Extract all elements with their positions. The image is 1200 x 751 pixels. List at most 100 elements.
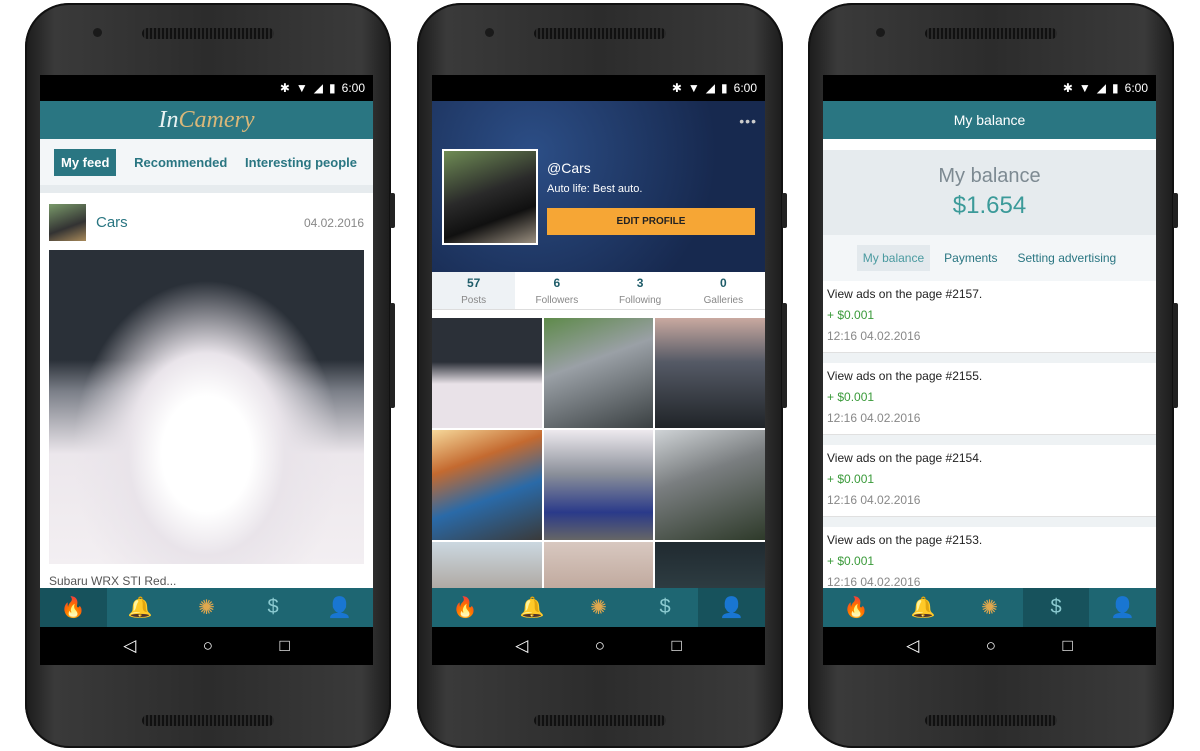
transaction-item: View ads on the page #2154. + $0.001 12:16… (823, 445, 1156, 517)
nav-flame[interactable]: 🔥 (432, 588, 499, 627)
nav-flame[interactable]: 🔥 (823, 588, 890, 627)
wifi-icon: ▼ (687, 81, 700, 95)
transaction-item: View ads on the page #2157. + $0.001 12:16… (823, 281, 1156, 353)
battery-icon: ▮ (721, 81, 728, 95)
photo-thumbnail[interactable] (543, 318, 654, 428)
speaker (534, 28, 666, 39)
balance-summary: My balance $1.654 (823, 150, 1156, 235)
edit-profile-button[interactable]: EDIT PROFILE (547, 208, 755, 235)
dollar-icon: $ (267, 596, 279, 618)
back-icon[interactable]: ◁ (515, 636, 528, 656)
stat-following[interactable]: 3 Following (599, 272, 682, 309)
status-time: 6:00 (341, 81, 365, 95)
aperture-icon: ✺ (590, 597, 607, 619)
post-date: 04.02.2016 (303, 215, 364, 230)
home-icon[interactable]: ○ (595, 636, 605, 656)
nav-dollar[interactable]: $ (632, 588, 699, 627)
screen: ✱ ▼ ◢ ▮ 6:00 InCamery My feed Recommended In… (40, 75, 373, 665)
user-icon: 👤 (327, 597, 353, 619)
transaction-description: View ads on the page #2153. (827, 533, 983, 547)
profile-bio: Auto life: Best auto. (547, 183, 643, 195)
balance-tabs: My balance Payments Setting advertising (823, 235, 1156, 281)
author-name[interactable]: Cars (96, 214, 304, 231)
recents-icon[interactable]: □ (671, 636, 681, 656)
nav-user[interactable]: 👤 (698, 588, 765, 627)
nav-bell[interactable]: 🔔 (107, 588, 174, 627)
flame-icon: 🔥 (452, 597, 478, 619)
home-icon[interactable]: ○ (986, 636, 996, 656)
photo-thumbnail[interactable] (432, 318, 542, 428)
user-icon: 👤 (719, 597, 745, 619)
tab-my-balance[interactable]: My balance (856, 245, 931, 271)
stat-galleries[interactable]: 0 Galleries (682, 272, 765, 309)
bottom-nav: 🔥 🔔 ✺ $ 👤 (823, 588, 1156, 627)
back-icon[interactable]: ◁ (123, 636, 136, 656)
power-button (390, 193, 395, 228)
transaction-description: View ads on the page #2155. (827, 369, 983, 383)
system-nav: ◁ ○ □ (432, 627, 765, 665)
nav-aperture[interactable]: ✺ (173, 588, 240, 627)
flame-icon: 🔥 (843, 597, 869, 619)
profile-avatar[interactable] (442, 149, 538, 245)
signal-icon: ◢ (705, 81, 716, 95)
aperture-icon: ✺ (981, 597, 998, 619)
status-bar: ✱ ▼ ◢ ▮ 6:00 (40, 75, 373, 101)
nav-aperture[interactable]: ✺ (956, 588, 1023, 627)
tab-payments[interactable]: Payments (938, 245, 1003, 271)
camera (93, 28, 102, 37)
nav-user[interactable]: 👤 (1089, 588, 1156, 627)
back-icon[interactable]: ◁ (906, 636, 919, 656)
nav-bell[interactable]: 🔔 (890, 588, 957, 627)
logo: InCamery (158, 106, 255, 133)
photo-thumbnail[interactable] (655, 318, 765, 428)
post-image[interactable] (49, 250, 364, 564)
post-header: Cars 04.02.2016 (40, 193, 373, 246)
speaker (925, 715, 1057, 726)
flame-icon: 🔥 (60, 597, 86, 619)
feed-tabs: My feed Recommended Interesting people (40, 139, 373, 185)
nav-dollar[interactable]: $ (1022, 588, 1090, 627)
dollar-icon: $ (659, 596, 671, 618)
transaction-time: 12:16 04.02.2016 (827, 329, 921, 343)
dollar-icon: $ (1050, 596, 1062, 618)
tab-my-feed[interactable]: My feed (54, 148, 117, 176)
nav-user[interactable]: 👤 (306, 588, 373, 627)
tab-setting-advertising[interactable]: Setting advertising (1012, 245, 1123, 271)
tab-interesting-people[interactable]: Interesting people (245, 155, 357, 170)
speaker (925, 28, 1057, 39)
stat-followers[interactable]: 6 Followers (515, 272, 598, 309)
nav-aperture[interactable]: ✺ (565, 588, 632, 627)
more-icon[interactable]: ••• (739, 113, 757, 129)
app-bar-title: My balance (823, 101, 1156, 139)
nav-flame[interactable]: 🔥 (40, 588, 107, 627)
home-icon[interactable]: ○ (203, 636, 213, 656)
transaction-amount: + $0.001 (827, 554, 875, 568)
photo-thumbnail[interactable] (432, 430, 542, 540)
status-time: 6:00 (733, 81, 757, 95)
photo-thumbnail[interactable] (543, 430, 654, 540)
bluetooth-icon: ✱ (671, 81, 682, 95)
volume-button (1173, 303, 1178, 408)
transaction-amount: + $0.001 (827, 472, 875, 486)
recents-icon[interactable]: □ (1062, 636, 1072, 656)
speaker (142, 28, 274, 39)
balance-amount: $1.654 (952, 192, 1027, 219)
wifi-icon: ▼ (295, 81, 308, 95)
nav-dollar[interactable]: $ (240, 588, 307, 627)
author-avatar[interactable] (49, 204, 86, 241)
photo-thumbnail[interactable] (655, 430, 765, 540)
stat-posts[interactable]: 57 Posts (432, 272, 516, 309)
divider (40, 185, 373, 193)
tab-recommended[interactable]: Recommended (134, 155, 227, 170)
transaction-time: 12:16 04.02.2016 (827, 493, 921, 507)
camera (876, 28, 885, 37)
phone-balance: ✱ ▼ ◢ ▮ 6:00 My balance My balance $1.654 My… (808, 3, 1178, 748)
profile-handle: @Cars (547, 160, 591, 176)
transaction-description: View ads on the page #2154. (827, 451, 983, 465)
power-button (782, 193, 787, 228)
transaction-time: 12:16 04.02.2016 (827, 411, 921, 425)
nav-bell[interactable]: 🔔 (499, 588, 566, 627)
balance-heading: My balance (938, 165, 1041, 187)
camera (485, 28, 494, 37)
recents-icon[interactable]: □ (279, 636, 289, 656)
